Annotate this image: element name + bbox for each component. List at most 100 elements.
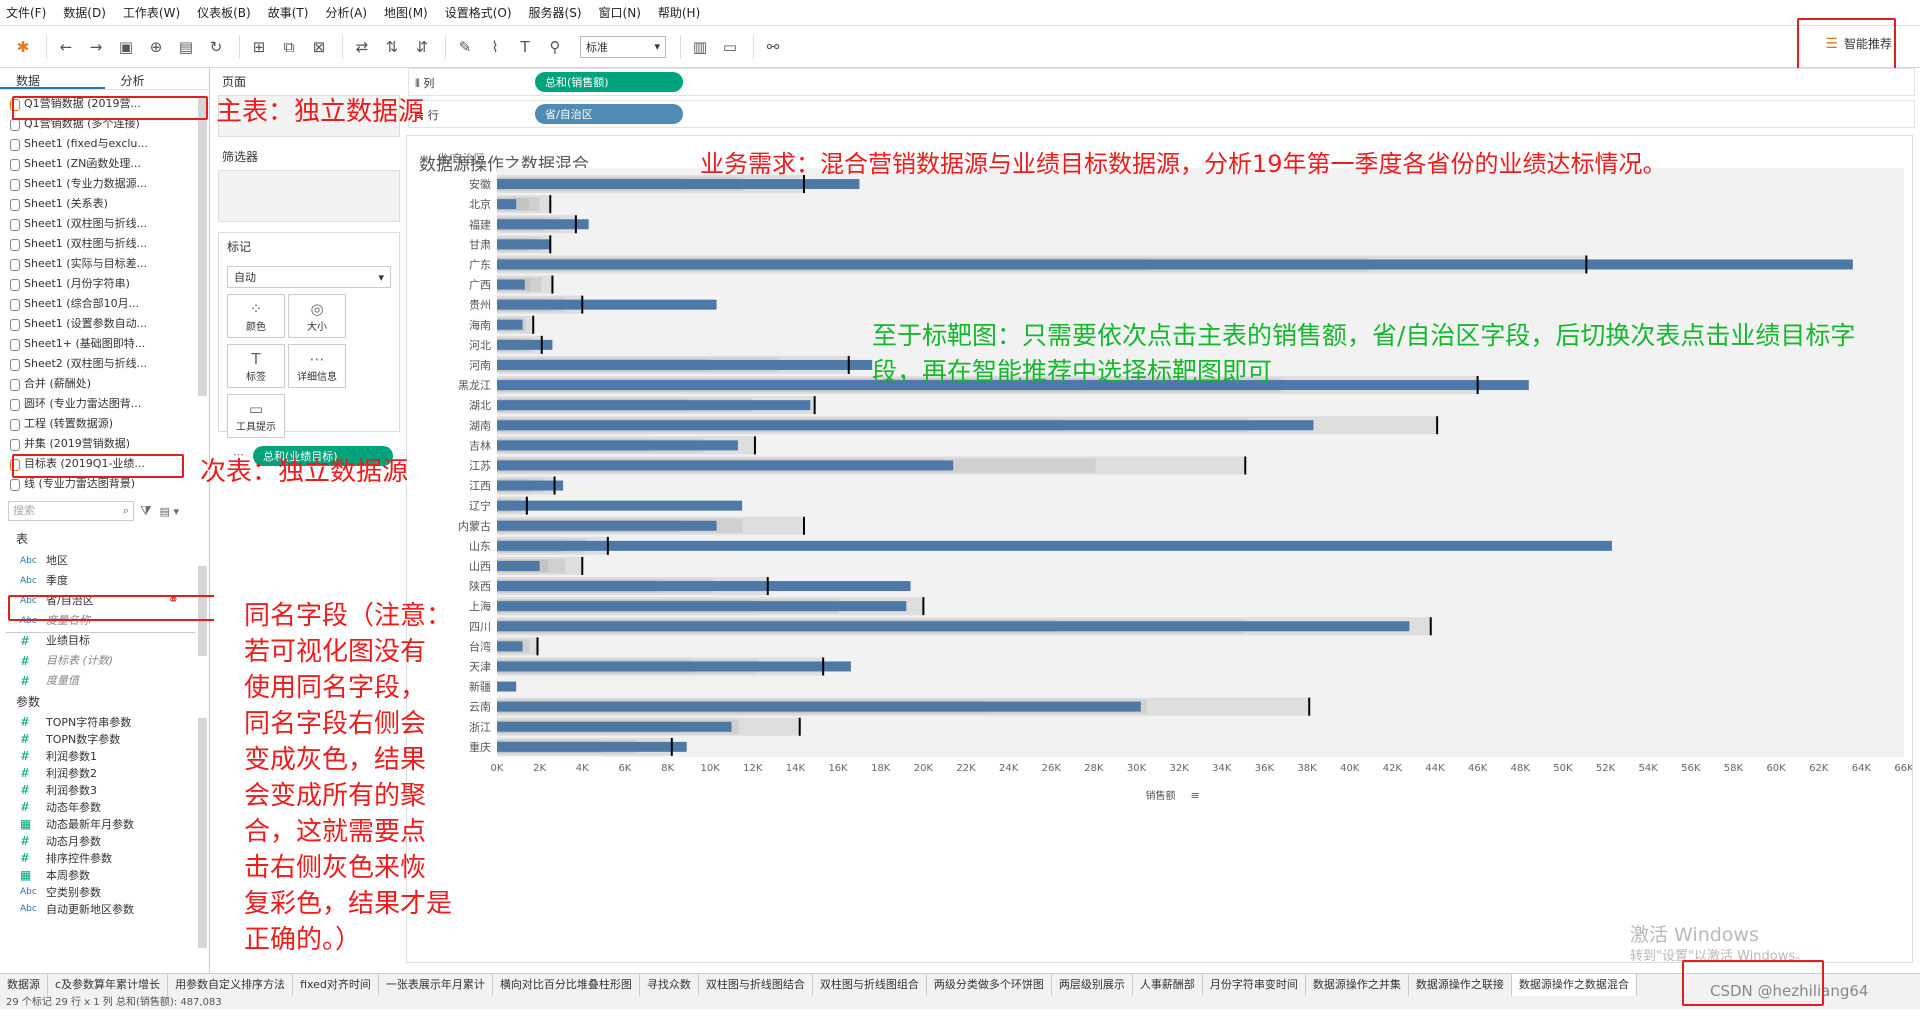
highlight-icon[interactable]: ✎	[452, 34, 478, 60]
field-item[interactable]: # 业绩目标	[0, 631, 209, 651]
sales-bar[interactable]	[497, 601, 907, 612]
sheet-tab[interactable]: 横向对比百分比堆叠柱形图	[493, 974, 640, 996]
sales-bar[interactable]	[497, 440, 738, 451]
sales-bar[interactable]	[497, 460, 954, 471]
datasource-item[interactable]: 圆环 (专业力雷达图背...	[0, 394, 209, 414]
datasource-scrollbar[interactable]	[198, 96, 207, 396]
sheet-tab[interactable]: 两级分类做多个环饼图	[927, 974, 1052, 996]
group-icon[interactable]: ⌇	[482, 34, 508, 60]
show-me-button[interactable]: ☰ 智能推荐	[1825, 35, 1892, 52]
columns-shelf[interactable]: ⦀ 列 总和(销售额)	[408, 68, 1915, 96]
menu-item[interactable]: 仪表板(B)	[197, 4, 251, 21]
menu-item[interactable]: 帮助(H)	[658, 4, 700, 21]
parameter-item[interactable]: ▦ 本周参数	[0, 867, 209, 884]
columns-pill-sales[interactable]: 总和(销售额)	[535, 72, 683, 92]
sheet-tab[interactable]: 用参数自定义排序方法	[168, 974, 294, 996]
sales-bar[interactable]	[497, 259, 1853, 270]
field-item[interactable]: Abc 省/自治区 ⚭	[0, 591, 209, 611]
parameter-item[interactable]: # 动态年参数	[0, 799, 209, 816]
filters-shelf[interactable]	[218, 170, 400, 222]
rows-shelf[interactable]: ≡ 行 省/自治区	[408, 100, 1915, 128]
datasource-item[interactable]: Sheet1 (设置参数自动...	[0, 314, 209, 334]
sales-bar[interactable]	[497, 581, 911, 592]
menu-item[interactable]: 数据(D)	[63, 4, 106, 21]
menu-item[interactable]: 设置格式(O)	[445, 4, 512, 21]
menu-item[interactable]: 故事(T)	[268, 4, 309, 21]
sales-bar[interactable]	[497, 560, 540, 571]
marks-detail-button[interactable]: ⋯ 详细信息	[288, 344, 346, 388]
refresh-icon[interactable]: ↻	[203, 34, 229, 60]
sales-bar[interactable]	[497, 400, 811, 411]
sheet-tab[interactable]: 双柱图与折线图组合	[813, 974, 927, 996]
datasource-item[interactable]: 工程 (转置数据源)	[0, 414, 209, 434]
datasource-item[interactable]: 合并 (薪酬处)	[0, 374, 209, 394]
pause-updates-icon[interactable]: ▤	[173, 34, 199, 60]
menu-item[interactable]: 分析(A)	[325, 4, 367, 21]
datasource-item[interactable]: Sheet2 (双柱图与折线...	[0, 354, 209, 374]
view-options-icon[interactable]: ▤ ▾	[160, 505, 179, 518]
parameter-item[interactable]: # 利润参数2	[0, 765, 209, 782]
marks-label-button[interactable]: T 标签	[227, 344, 285, 388]
rows-pill-province[interactable]: 省/自治区	[535, 104, 683, 124]
datasource-item[interactable]: Sheet1 (实际与目标差...	[0, 254, 209, 274]
marks-color-button[interactable]: ⁘ 颜色	[227, 294, 285, 338]
swap-icon[interactable]: ⇄	[349, 34, 375, 60]
sheet-tab[interactable]: 数据源操作之联接	[1409, 974, 1512, 996]
label-icon[interactable]: T	[512, 34, 538, 60]
field-item[interactable]: Abc 季度	[0, 571, 209, 591]
fields-scrollbar[interactable]	[198, 566, 207, 656]
sheet-tab[interactable]: 一张表展示年月累计	[379, 974, 493, 996]
menu-item[interactable]: 服务器(S)	[529, 4, 582, 21]
sales-bar[interactable]	[497, 279, 525, 290]
parameter-item[interactable]: Abc 自动更新地区参数	[0, 901, 209, 918]
field-item[interactable]: Abc 地区	[0, 551, 209, 571]
clear-sheet-icon[interactable]: ⊠	[306, 34, 332, 60]
sales-bar[interactable]	[497, 500, 743, 511]
parameter-item[interactable]: Abc 空类别参数	[0, 884, 209, 901]
show-cards-icon[interactable]: ▥	[687, 34, 713, 60]
datasource-item[interactable]: Q1营销数据 (多个连接)	[0, 114, 209, 134]
undo-icon[interactable]: ←	[53, 34, 79, 60]
datasource-item[interactable]: Sheet1 (双柱图与折线...	[0, 214, 209, 234]
parameter-item[interactable]: # 动态月参数	[0, 833, 209, 850]
field-item[interactable]: # 目标表 (计数)	[0, 651, 209, 671]
sales-bar[interactable]	[497, 520, 717, 531]
tab-data[interactable]: 数据	[0, 68, 105, 89]
menu-item[interactable]: 地图(M)	[384, 4, 428, 21]
view-canvas[interactable]: 数据源操作之数据混合 省/自治区 安徽 北京 福建 甘肃 广东 广西 贵州 海南 河北 河南 黑龙江湖…	[406, 135, 1913, 963]
parameter-item[interactable]: # 利润参数1	[0, 748, 209, 765]
sales-bar[interactable]	[497, 299, 717, 310]
sheet-tab[interactable]: 双柱图与折线图结合	[699, 974, 813, 996]
new-sheet-icon[interactable]: ⊞	[246, 34, 272, 60]
sheet-tab[interactable]: 两层级别展示	[1052, 974, 1133, 996]
datasource-item[interactable]: Sheet1 (ZN函数处理...	[0, 154, 209, 174]
sales-bar[interactable]	[497, 239, 551, 250]
sheet-tab[interactable]: fixed对齐时间	[293, 974, 379, 996]
sales-bar[interactable]	[497, 339, 553, 350]
sheet-tab[interactable]: 寻找众数	[640, 974, 699, 996]
parameter-item[interactable]: ▦ 动态最新年月参数	[0, 816, 209, 833]
params-scrollbar[interactable]	[198, 718, 207, 948]
menu-item[interactable]: 工作表(W)	[123, 4, 180, 21]
sheet-tab[interactable]: 数据源操作之并集	[1306, 974, 1409, 996]
sort-ascending-icon[interactable]: ⇅	[379, 34, 405, 60]
sales-bar[interactable]	[497, 319, 523, 330]
datasource-item[interactable]: 线 (专业力雷达图背景)	[0, 474, 209, 492]
field-item[interactable]: # 度量值	[0, 671, 209, 691]
presentation-icon[interactable]: ▭	[717, 34, 743, 60]
pin-icon[interactable]: ⚲	[542, 34, 568, 60]
tableau-logo-icon[interactable]: ✱	[10, 34, 36, 60]
menu-item[interactable]: 文件(F)	[6, 4, 46, 21]
sort-icon[interactable]: ≡	[1191, 789, 1200, 802]
datasource-item[interactable]: Sheet1 (月份字符串)	[0, 274, 209, 294]
sales-bar[interactable]	[497, 480, 564, 491]
sales-bar[interactable]	[497, 681, 517, 692]
parameter-item[interactable]: # TOPN数字参数	[0, 731, 209, 748]
sales-bar[interactable]	[497, 641, 523, 652]
menu-item[interactable]: 窗口(N)	[599, 4, 641, 21]
parameter-item[interactable]: # 利润参数3	[0, 782, 209, 799]
filter-icon[interactable]: ⧩	[140, 504, 152, 519]
sales-bar[interactable]	[497, 359, 873, 370]
redo-icon[interactable]: →	[83, 34, 109, 60]
datasource-item[interactable]: Sheet1 (关系表)	[0, 194, 209, 214]
